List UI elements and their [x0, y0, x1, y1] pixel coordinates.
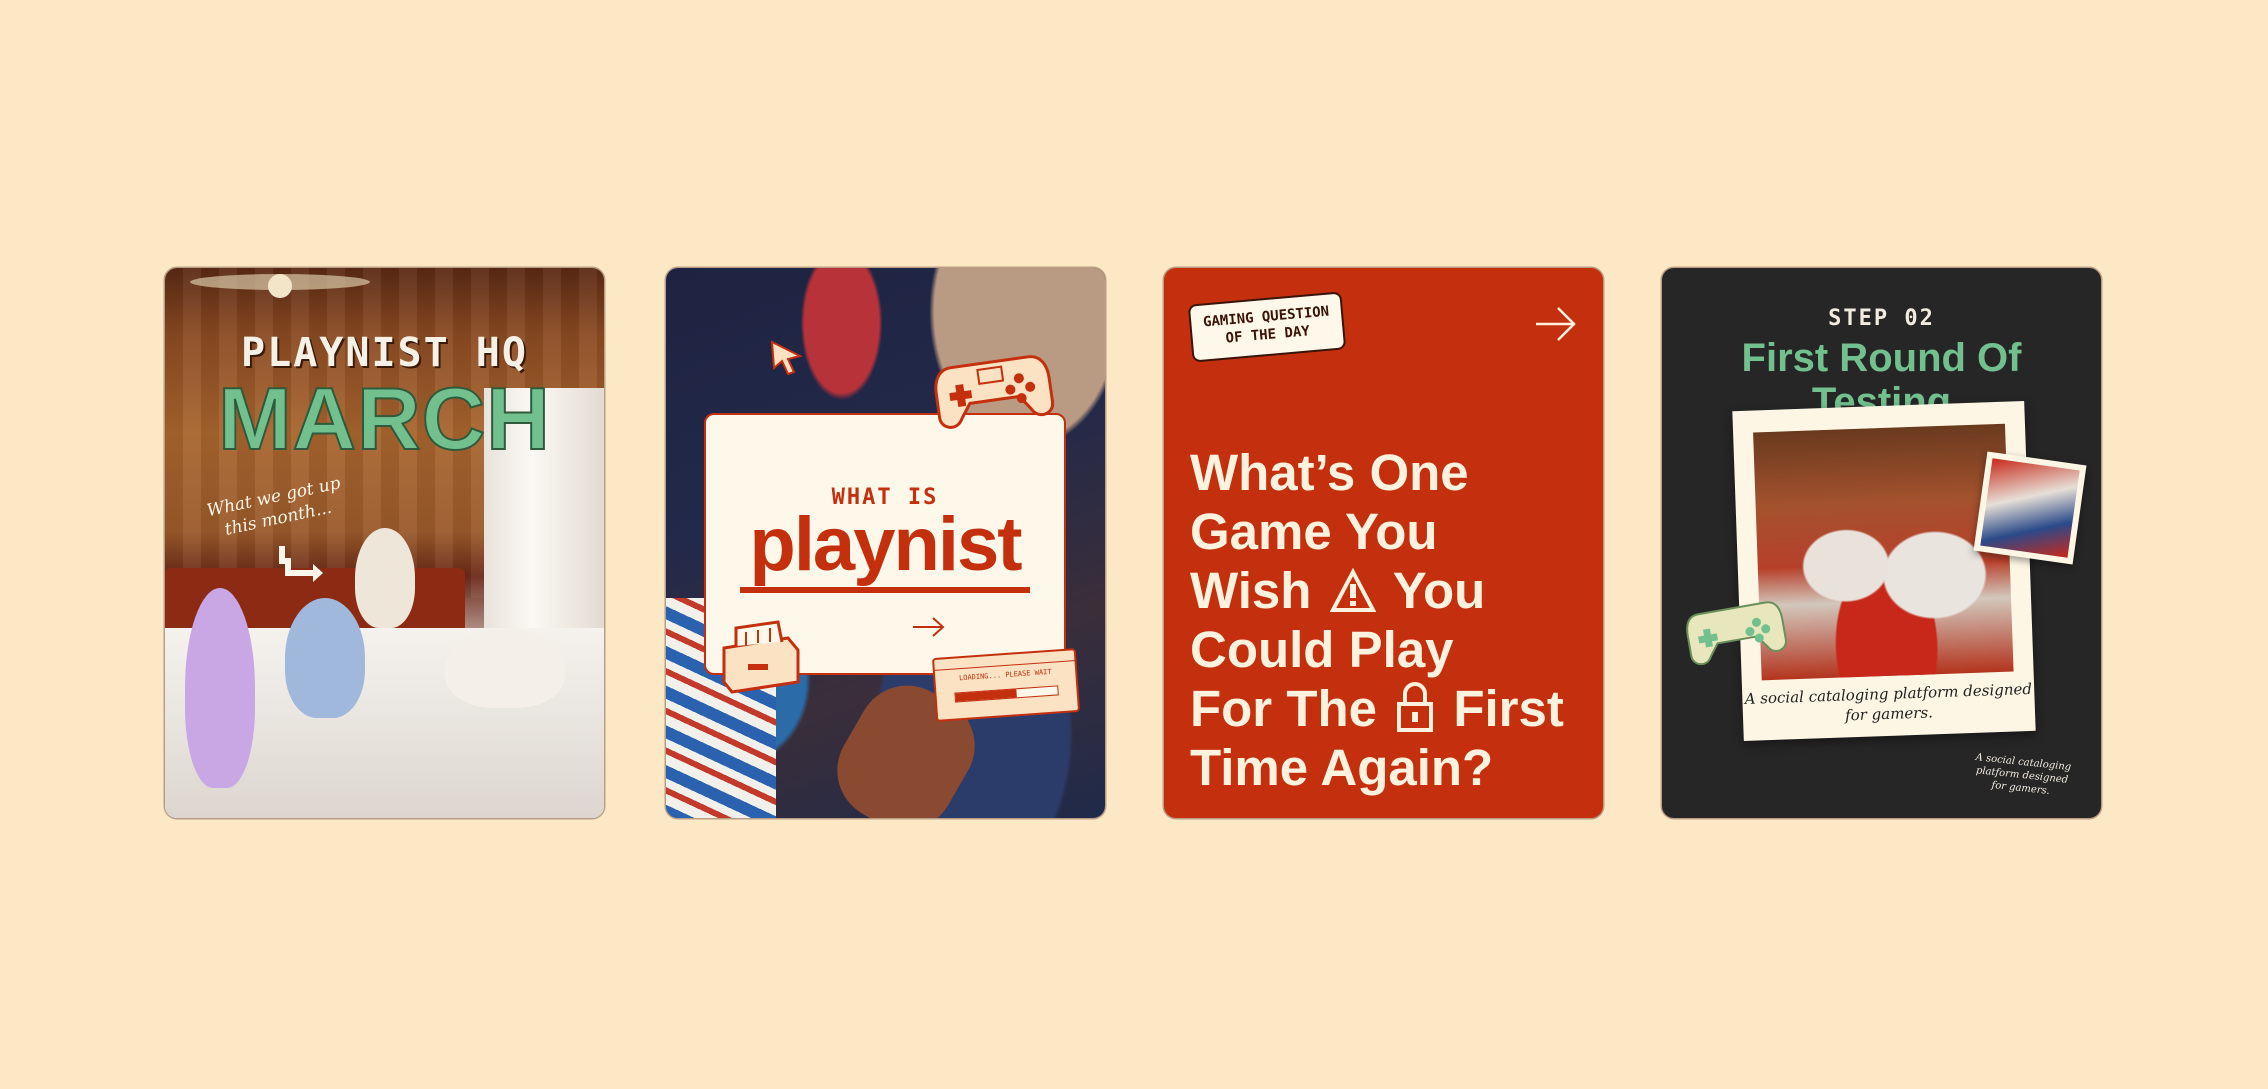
lock-icon: [1397, 682, 1434, 732]
question-line-6: Time Again?: [1190, 739, 1494, 796]
question-line-3: Wish You: [1190, 561, 1590, 620]
person-red: [445, 628, 565, 708]
what-is-playnist-card[interactable]: WHAT IS playnist LOADING... PLEASE WAIT: [666, 268, 1105, 818]
question-line-4: Could Play: [1190, 621, 1454, 678]
first-round-of-testing-card[interactable]: STEP 02 First Round Of Testing A social …: [1662, 268, 2101, 818]
question-text: What’s One Game You Wish You Could Play …: [1190, 443, 1590, 797]
ceiling-fan-icon: [190, 274, 370, 298]
game-case-box-icon: [722, 620, 800, 694]
question-line-2: Game You: [1190, 503, 1438, 560]
loading-progress-fill: [955, 689, 1018, 702]
arrow-right-icon[interactable]: [1534, 304, 1578, 344]
gamepad-icon: [934, 355, 1055, 429]
step-label: STEP 02: [1828, 306, 1935, 331]
warning-icon: [1329, 568, 1376, 612]
person-white: [355, 528, 415, 628]
month-title: MARCH: [217, 368, 551, 469]
loading-progress-bar: [954, 685, 1059, 703]
question-word-first: First: [1453, 680, 1564, 737]
gaming-question-card[interactable]: GAMING QUESTION OF THE DAY What’s One Ga…: [1164, 268, 1603, 818]
question-line-5: For The First: [1190, 679, 1590, 738]
logo-underline: [740, 587, 1030, 593]
question-line-1: What’s One: [1190, 444, 1469, 501]
question-word-you: You: [1392, 562, 1486, 619]
playnist-logo: playnist: [749, 502, 1022, 587]
polaroid-caption: A social cataloging platform designed fo…: [1744, 679, 2033, 725]
title-line-1: First Round Of: [1741, 336, 2022, 380]
person-blue: [285, 598, 365, 718]
snapshot-photo: [1980, 458, 2080, 558]
pixel-arrow-icon: [279, 546, 323, 582]
person-purple: [185, 588, 255, 788]
loading-window: LOADING... PLEASE WAIT: [931, 648, 1081, 722]
small-caption: A social cataloging platform designed fo…: [1975, 752, 2072, 797]
arrow-right-icon[interactable]: [911, 615, 947, 639]
question-words-for-the: For The: [1190, 680, 1377, 737]
cursor-icon: [770, 340, 803, 376]
gamers-photo: [1753, 423, 2014, 681]
gaming-question-tag: GAMING QUESTION OF THE DAY: [1187, 291, 1347, 363]
question-word-wish: Wish: [1190, 562, 1312, 619]
small-snapshot: [1973, 451, 2087, 565]
playnist-hq-march-card[interactable]: PLAYNIST HQ MARCH What we got up this mo…: [165, 268, 604, 818]
